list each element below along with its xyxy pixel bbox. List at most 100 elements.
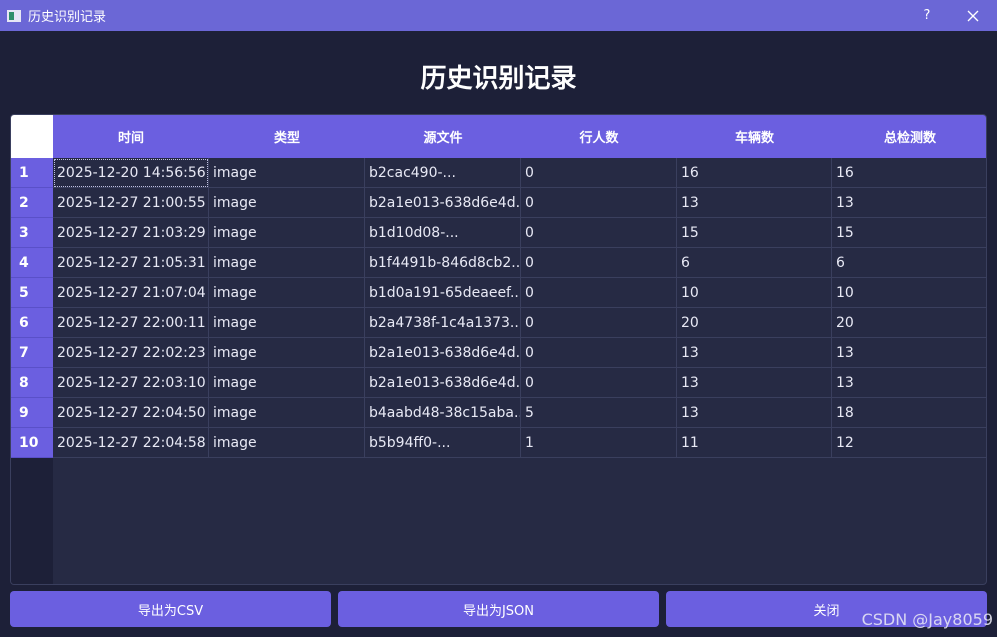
row-number[interactable]: 9 [11, 398, 53, 428]
cell-time[interactable]: 2025-12-27 21:00:55 [53, 188, 209, 218]
cell-source-file[interactable]: b4aabd48-38c15aba... [365, 398, 521, 428]
cell-time[interactable]: 2025-12-27 21:05:31 [53, 248, 209, 278]
cell-total[interactable]: 15 [832, 218, 986, 248]
cell-time[interactable]: 2025-12-27 22:04:50 [53, 398, 209, 428]
export-json-button[interactable]: 导出为JSON [338, 591, 659, 627]
cell-source-file[interactable]: b1d0a191-65deaeef.... [365, 278, 521, 308]
cell-type[interactable]: image [209, 278, 365, 308]
row-number[interactable]: 6 [11, 308, 53, 338]
cell-pedestrians[interactable]: 0 [521, 158, 677, 188]
cell-pedestrians[interactable]: 0 [521, 368, 677, 398]
column-header-source-file[interactable]: 源文件 [365, 115, 521, 158]
cell-type[interactable]: image [209, 368, 365, 398]
column-header-vehicles[interactable]: 车辆数 [677, 115, 832, 158]
row-number[interactable]: 3 [11, 218, 53, 248]
table-corner-button[interactable] [11, 115, 53, 158]
cell-time[interactable]: 2025-12-27 21:03:29 [53, 218, 209, 248]
cell-time[interactable]: 2025-12-20 14:56:56 [53, 158, 209, 188]
cell-source-file[interactable]: b1f4491b-846d8cb2.... [365, 248, 521, 278]
cell-type[interactable]: image [209, 338, 365, 368]
cell-pedestrians[interactable]: 0 [521, 248, 677, 278]
cell-type[interactable]: image [209, 308, 365, 338]
cell-time[interactable]: 2025-12-27 22:02:23 [53, 338, 209, 368]
help-button[interactable]: ? [917, 0, 937, 31]
cell-total[interactable]: 13 [832, 368, 986, 398]
cell-type[interactable]: image [209, 248, 365, 278]
table-row[interactable]: 7 2025-12-27 22:02:23 image b2a1e013-638d6e… [11, 338, 986, 368]
column-header-total[interactable]: 总检测数 [832, 115, 986, 158]
column-header-type[interactable]: 类型 [209, 115, 365, 158]
cell-pedestrians[interactable]: 0 [521, 188, 677, 218]
column-header-time[interactable]: 时间 [53, 115, 209, 158]
table-row[interactable]: 5 2025-12-27 21:07:04 image b1d0a191-65deae… [11, 278, 986, 308]
table-row[interactable]: 6 2025-12-27 22:00:11 image b2a4738f-1c4a13… [11, 308, 986, 338]
table-row[interactable]: 2 2025-12-27 21:00:55 image b2a1e013-638d6e… [11, 188, 986, 218]
cell-source-file[interactable]: b2a4738f-1c4a1373.... [365, 308, 521, 338]
cell-type[interactable]: image [209, 188, 365, 218]
cell-vehicles[interactable]: 13 [677, 188, 832, 218]
row-number[interactable]: 8 [11, 368, 53, 398]
title-bar: 历史识别记录 ? [0, 0, 997, 31]
cell-source-file[interactable]: b2a1e013-638d6e4d... [365, 188, 521, 218]
cell-total[interactable]: 16 [832, 158, 986, 188]
export-csv-button[interactable]: 导出为CSV [10, 591, 331, 627]
cell-total[interactable]: 12 [832, 428, 986, 458]
row-number[interactable]: 2 [11, 188, 53, 218]
cell-vehicles[interactable]: 6 [677, 248, 832, 278]
table-row[interactable]: 10 2025-12-27 22:04:58 image b5b94ff0-... 1 1… [11, 428, 986, 458]
cell-vehicles[interactable]: 15 [677, 218, 832, 248]
cell-type[interactable]: image [209, 398, 365, 428]
cell-source-file[interactable]: b1d10d08-... [365, 218, 521, 248]
row-number[interactable]: 5 [11, 278, 53, 308]
cell-source-file[interactable]: b2cac490-... [365, 158, 521, 188]
cell-source-file[interactable]: b2a1e013-638d6e4d... [365, 368, 521, 398]
cell-vehicles[interactable]: 20 [677, 308, 832, 338]
row-number[interactable]: 10 [11, 428, 53, 458]
row-number[interactable]: 1 [11, 158, 53, 188]
cell-source-file[interactable]: b5b94ff0-... [365, 428, 521, 458]
cell-vehicles[interactable]: 13 [677, 398, 832, 428]
table-row[interactable]: 1 2025-12-20 14:56:56 image b2cac490-... 0 16… [11, 158, 986, 188]
cell-time[interactable]: 2025-12-27 22:00:11 [53, 308, 209, 338]
cell-time[interactable]: 2025-12-27 21:07:04 [53, 278, 209, 308]
cell-time[interactable]: 2025-12-27 22:03:10 [53, 368, 209, 398]
app-icon [7, 9, 21, 22]
row-number[interactable]: 7 [11, 338, 53, 368]
cell-vehicles[interactable]: 10 [677, 278, 832, 308]
cell-pedestrians[interactable]: 0 [521, 278, 677, 308]
cell-total[interactable]: 10 [832, 278, 986, 308]
cell-pedestrians[interactable]: 1 [521, 428, 677, 458]
cell-total[interactable]: 6 [832, 248, 986, 278]
cell-vehicles[interactable]: 11 [677, 428, 832, 458]
cell-type[interactable]: image [209, 158, 365, 188]
cell-pedestrians[interactable]: 0 [521, 308, 677, 338]
table-row[interactable]: 4 2025-12-27 21:05:31 image b1f4491b-846d8c… [11, 248, 986, 278]
cell-vehicles[interactable]: 13 [677, 368, 832, 398]
table-header: 时间 类型 源文件 行人数 车辆数 总检测数 [53, 115, 986, 158]
cell-pedestrians[interactable]: 0 [521, 338, 677, 368]
cell-vehicles[interactable]: 13 [677, 338, 832, 368]
row-number[interactable]: 4 [11, 248, 53, 278]
cell-source-file[interactable]: b2a1e013-638d6e4d... [365, 338, 521, 368]
table-row[interactable]: 9 2025-12-27 22:04:50 image b4aabd48-38c15a… [11, 398, 986, 428]
table-row[interactable]: 3 2025-12-27 21:03:29 image b1d10d08-... 0 15… [11, 218, 986, 248]
cell-total[interactable]: 18 [832, 398, 986, 428]
close-icon [967, 10, 979, 21]
watermark: CSDN @Jay8059 [861, 610, 993, 629]
cell-pedestrians[interactable]: 0 [521, 218, 677, 248]
button-bar: 导出为CSV 导出为JSON 关闭 [10, 591, 987, 627]
cell-type[interactable]: image [209, 428, 365, 458]
table-row[interactable]: 8 2025-12-27 22:03:10 image b2a1e013-638d6e… [11, 368, 986, 398]
close-window-button[interactable] [961, 0, 985, 31]
cell-total[interactable]: 13 [832, 188, 986, 218]
page-title: 历史识别记录 [420, 64, 577, 94]
column-header-pedestrians[interactable]: 行人数 [521, 115, 677, 158]
history-table[interactable]: 时间 类型 源文件 行人数 车辆数 总检测数 1 2025-12-20 14:56… [10, 114, 987, 585]
cell-total[interactable]: 13 [832, 338, 986, 368]
cell-time[interactable]: 2025-12-27 22:04:58 [53, 428, 209, 458]
cell-type[interactable]: image [209, 218, 365, 248]
window-title: 历史识别记录 [28, 10, 107, 25]
cell-total[interactable]: 20 [832, 308, 986, 338]
cell-pedestrians[interactable]: 5 [521, 398, 677, 428]
cell-vehicles[interactable]: 16 [677, 158, 832, 188]
